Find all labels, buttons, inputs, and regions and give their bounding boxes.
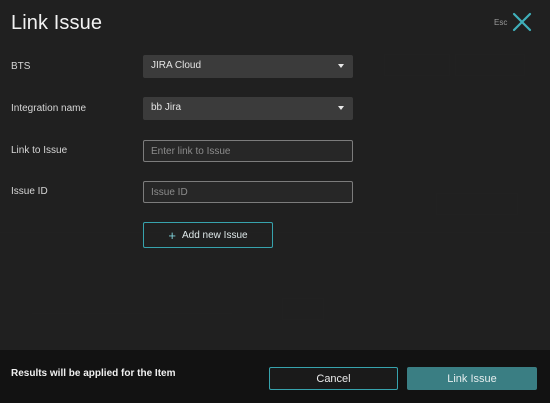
bts-label: BTS — [11, 61, 31, 72]
esc-hint: Esc — [494, 18, 508, 27]
modal-title: Link Issue — [11, 12, 103, 34]
link-to-issue-input[interactable] — [143, 140, 353, 162]
add-new-issue-label: Add new Issue — [181, 229, 248, 241]
issue-id-label: Issue ID — [11, 186, 48, 197]
integration-selected-value: bb Jira — [151, 102, 182, 113]
chevron-down-icon — [338, 64, 344, 68]
bts-dropdown[interactable]: JIRA Cloud — [143, 55, 353, 78]
close-icon[interactable] — [511, 11, 533, 33]
bts-selected-value: JIRA Cloud — [151, 60, 202, 71]
modal-footer: Results will be applied for the Item Can… — [0, 350, 550, 403]
footer-note: Results will be applied for the Item — [11, 368, 176, 379]
cancel-button[interactable]: Cancel — [269, 367, 398, 390]
link-to-issue-label: Link to Issue — [11, 145, 68, 156]
link-issue-button[interactable]: Link Issue — [407, 367, 537, 390]
add-new-issue-button[interactable]: + Add new Issue — [143, 222, 273, 248]
link-issue-modal: Link Issue Esc BTS JIRA Cloud Integratio… — [0, 0, 550, 403]
integration-name-label: Integration name — [11, 103, 87, 114]
chevron-down-icon — [338, 106, 344, 110]
plus-icon: + — [168, 227, 176, 243]
integration-name-dropdown[interactable]: bb Jira — [143, 97, 353, 120]
issue-id-input[interactable] — [143, 181, 353, 203]
